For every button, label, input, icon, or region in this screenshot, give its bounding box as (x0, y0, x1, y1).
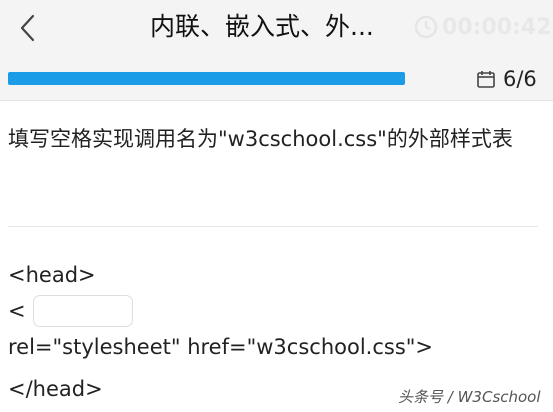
progress-bar (8, 72, 405, 85)
divider (8, 226, 538, 227)
question-text: 填写空格实现调用名为"w3cschool.css"的外部样式表 (8, 127, 513, 151)
code-line-link-prefix: < (8, 299, 26, 323)
code-line-head-open: <head> (8, 263, 96, 287)
back-button[interactable] (10, 8, 44, 48)
page-title: 内联、嵌入式、外... (150, 12, 374, 41)
top-bar: 内联、嵌入式、外... 00:00:42 (0, 0, 553, 56)
counter-text: 6/6 (503, 67, 537, 91)
progress-fill (8, 72, 405, 85)
question-counter[interactable]: 6/6 (476, 66, 537, 92)
watermark: 头条号 / W3Cschool (398, 388, 541, 406)
clock-icon (414, 15, 438, 39)
answer-blank-input[interactable] (33, 295, 133, 327)
progress-area: 6/6 (0, 56, 553, 101)
code-line-link-attrs: rel="stylesheet" href="w3cschool.css"> (8, 335, 434, 359)
timer: 00:00:42 (414, 10, 551, 44)
chevron-left-icon (20, 14, 35, 42)
timer-text: 00:00:42 (442, 14, 552, 40)
calendar-icon (477, 71, 495, 88)
quiz-page: 内联、嵌入式、外... 00:00:42 6/6 填写空格实现调用名为"w3cs… (0, 0, 553, 412)
code-line-head-close: </head> (8, 377, 103, 401)
